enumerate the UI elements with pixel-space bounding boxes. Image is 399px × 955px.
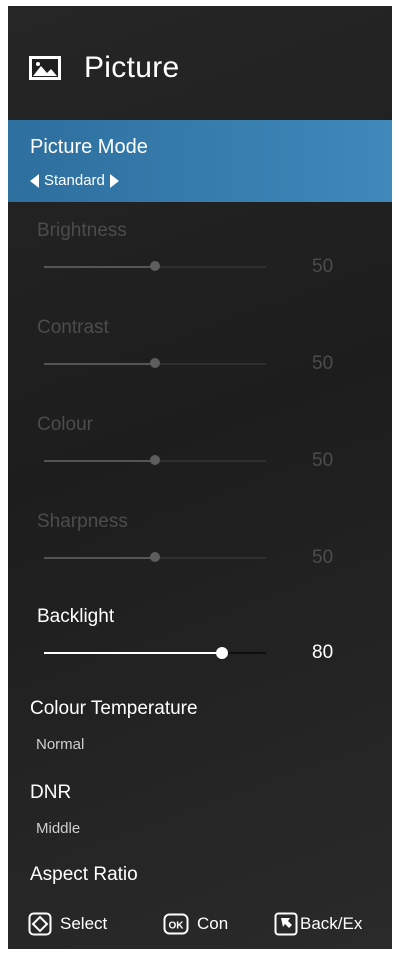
- backlight-item[interactable]: Backlight 80: [8, 606, 392, 696]
- picture-mode-value: Standard: [44, 172, 105, 189]
- sharpness-slider[interactable]: [44, 552, 266, 562]
- picture-mode-item[interactable]: Picture Mode Standard: [8, 120, 392, 202]
- backlight-label: Backlight: [37, 606, 115, 627]
- arrow-left-icon[interactable]: [30, 173, 39, 188]
- backlight-knob[interactable]: [215, 647, 228, 659]
- brightness-value: 50: [312, 256, 334, 277]
- backlight-fill: [44, 652, 222, 654]
- contrast-fill: [44, 363, 155, 365]
- colour-label: Colour: [37, 414, 93, 435]
- confirm-hint-label: Con: [197, 914, 229, 933]
- colour-temperature-item[interactable]: Colour Temperature Normal: [30, 698, 198, 753]
- dnr-label: DNR: [30, 782, 72, 803]
- aspect-ratio-item[interactable]: Aspect Ratio: [30, 864, 138, 886]
- select-hint: Select: [28, 912, 107, 936]
- brightness-label: Brightness: [37, 220, 127, 241]
- footer-hints: Select OK Con Back/Ex: [8, 906, 392, 946]
- colour-fill: [44, 460, 155, 462]
- dnr-value: Middle: [36, 820, 81, 837]
- brightness-item[interactable]: Brightness 50: [8, 220, 392, 310]
- sharpness-knob[interactable]: [150, 552, 160, 562]
- back-icon: [274, 912, 298, 936]
- sharpness-value: 50: [312, 547, 334, 568]
- brightness-fill: [44, 266, 155, 268]
- picture-mode-label: Picture Mode: [30, 136, 148, 158]
- brightness-slider[interactable]: [44, 261, 266, 271]
- picture-settings-panel: Picture Picture Mode Standard Brightness…: [8, 6, 392, 949]
- back-hint: Back/Ex: [274, 912, 384, 936]
- ok-icon: OK: [163, 913, 189, 935]
- dnr-item[interactable]: DNR Middle: [30, 782, 80, 837]
- sharpness-label: Sharpness: [37, 511, 128, 532]
- colour-temperature-label: Colour Temperature: [30, 698, 198, 719]
- colour-slider[interactable]: [44, 455, 266, 465]
- contrast-item[interactable]: Contrast 50: [8, 317, 392, 407]
- brightness-knob[interactable]: [150, 261, 160, 271]
- colour-temperature-value: Normal: [36, 736, 85, 753]
- colour-knob[interactable]: [150, 455, 160, 465]
- dpad-icon: [28, 912, 52, 936]
- picture-mode-selector[interactable]: Standard: [30, 172, 119, 189]
- sharpness-fill: [44, 557, 155, 559]
- select-hint-label: Select: [60, 914, 108, 933]
- colour-item[interactable]: Colour 50: [8, 414, 392, 504]
- back-hint-label: Back/Ex: [300, 914, 363, 933]
- svg-text:OK: OK: [169, 921, 185, 932]
- panel-header: Picture: [28, 44, 179, 92]
- backlight-slider[interactable]: [44, 647, 266, 659]
- picture-icon: [29, 56, 61, 80]
- contrast-knob[interactable]: [150, 358, 160, 368]
- contrast-label: Contrast: [37, 317, 109, 338]
- contrast-slider[interactable]: [44, 358, 266, 368]
- contrast-value: 50: [312, 353, 334, 374]
- arrow-right-icon[interactable]: [109, 173, 119, 188]
- page-title: Picture: [84, 51, 180, 84]
- backlight-value: 80: [312, 642, 334, 663]
- colour-value: 50: [312, 450, 334, 471]
- sharpness-item[interactable]: Sharpness 50: [8, 511, 392, 601]
- confirm-hint: OK Con: [163, 912, 243, 936]
- aspect-ratio-label: Aspect Ratio: [30, 864, 138, 885]
